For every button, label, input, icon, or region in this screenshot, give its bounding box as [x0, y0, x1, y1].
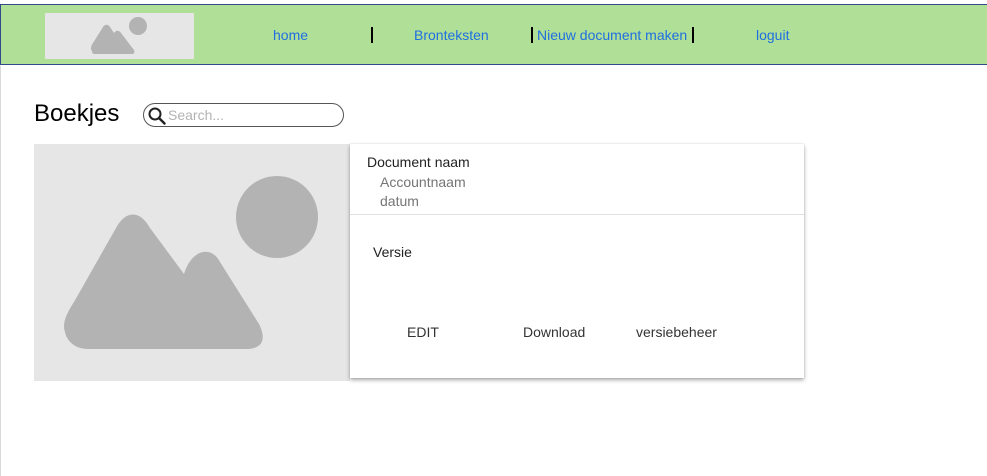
edit-button[interactable]: EDIT — [407, 324, 439, 340]
card-divider — [350, 214, 804, 215]
document-card: Document naam Accountnaam datum Versie E… — [350, 144, 804, 378]
nav-link-logout[interactable]: loguit — [756, 27, 789, 43]
top-nav-bar: home Bronteksten Nieuw document maken lo… — [0, 4, 987, 65]
account-name: Accountnaam — [380, 174, 466, 190]
search-icon — [148, 107, 166, 130]
nav-separator — [692, 27, 694, 43]
nav-link-bronteksten[interactable]: Bronteksten — [414, 27, 489, 43]
search-input[interactable] — [168, 106, 338, 124]
nav-separator — [371, 27, 373, 43]
document-thumbnail-placeholder — [34, 144, 350, 381]
image-placeholder-icon — [64, 176, 318, 349]
version-label: Versie — [373, 244, 412, 260]
nav-link-home[interactable]: home — [273, 27, 308, 43]
nav-separator — [531, 27, 533, 43]
document-name: Document naam — [367, 154, 470, 170]
download-button[interactable]: Download — [523, 324, 585, 340]
document-date: datum — [380, 193, 419, 209]
logo-image-placeholder — [45, 13, 194, 59]
image-placeholder-icon — [90, 17, 147, 54]
search-box[interactable] — [143, 103, 344, 127]
version-control-button[interactable]: versiebeheer — [636, 324, 717, 340]
page-title: Boekjes — [34, 100, 120, 127]
page-left-border — [0, 66, 1, 476]
nav-link-new-document[interactable]: Nieuw document maken — [537, 27, 687, 43]
